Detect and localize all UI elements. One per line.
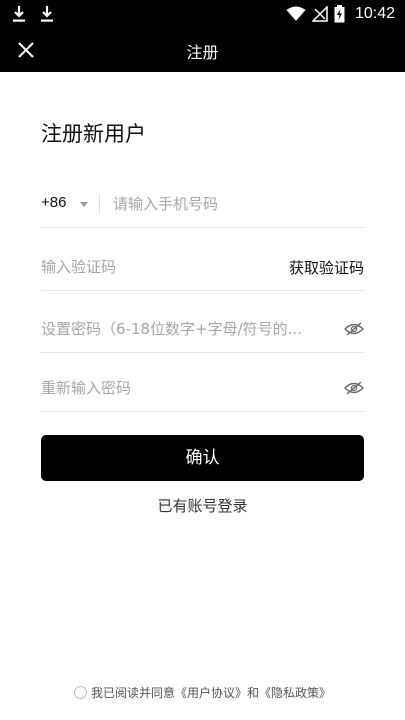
user-agreement-link[interactable]: 《用户协议》 (175, 686, 247, 700)
confirm-password-input[interactable] (41, 374, 331, 402)
signal-icon (311, 6, 328, 22)
confirm-button[interactable]: 确认 (41, 435, 364, 481)
caret-down-icon[interactable] (80, 202, 88, 207)
login-link-container: 已有账号登录 (0, 495, 405, 516)
eye-hidden-icon[interactable] (344, 321, 364, 337)
password-row (41, 307, 364, 353)
agreement-row: 我已阅读并同意《用户协议》和《隐私政策》 (0, 684, 405, 701)
verification-code-input[interactable] (41, 253, 271, 281)
status-bar: 10:42 (0, 0, 405, 28)
privacy-policy-link[interactable]: 《隐私政策》 (259, 686, 331, 700)
login-link[interactable]: 已有账号登录 (157, 497, 247, 515)
country-code-selector[interactable]: +86 (41, 194, 66, 211)
verification-code-row: 获取验证码 (41, 245, 364, 291)
title-bar: 注册 (0, 28, 405, 72)
agreement-conjunction: 和 (247, 686, 260, 700)
download-icon (13, 6, 25, 22)
agree-radio[interactable] (73, 686, 87, 699)
agreement-prefix: 我已阅读并同意 (90, 686, 175, 700)
password-input[interactable] (41, 315, 331, 343)
confirm-password-row (41, 366, 364, 412)
phone-row: +86 (41, 182, 364, 228)
status-time: 10:42 (354, 5, 395, 22)
wifi-icon (286, 6, 306, 21)
battery-charging-icon (334, 5, 345, 23)
get-code-button[interactable]: 获取验证码 (289, 257, 364, 278)
divider (99, 194, 100, 214)
page-title: 注册 (186, 43, 219, 62)
form-heading: 注册新用户 (41, 122, 146, 146)
phone-input[interactable] (113, 190, 363, 218)
download-icon (41, 6, 53, 22)
eye-hidden-icon[interactable] (344, 380, 364, 396)
